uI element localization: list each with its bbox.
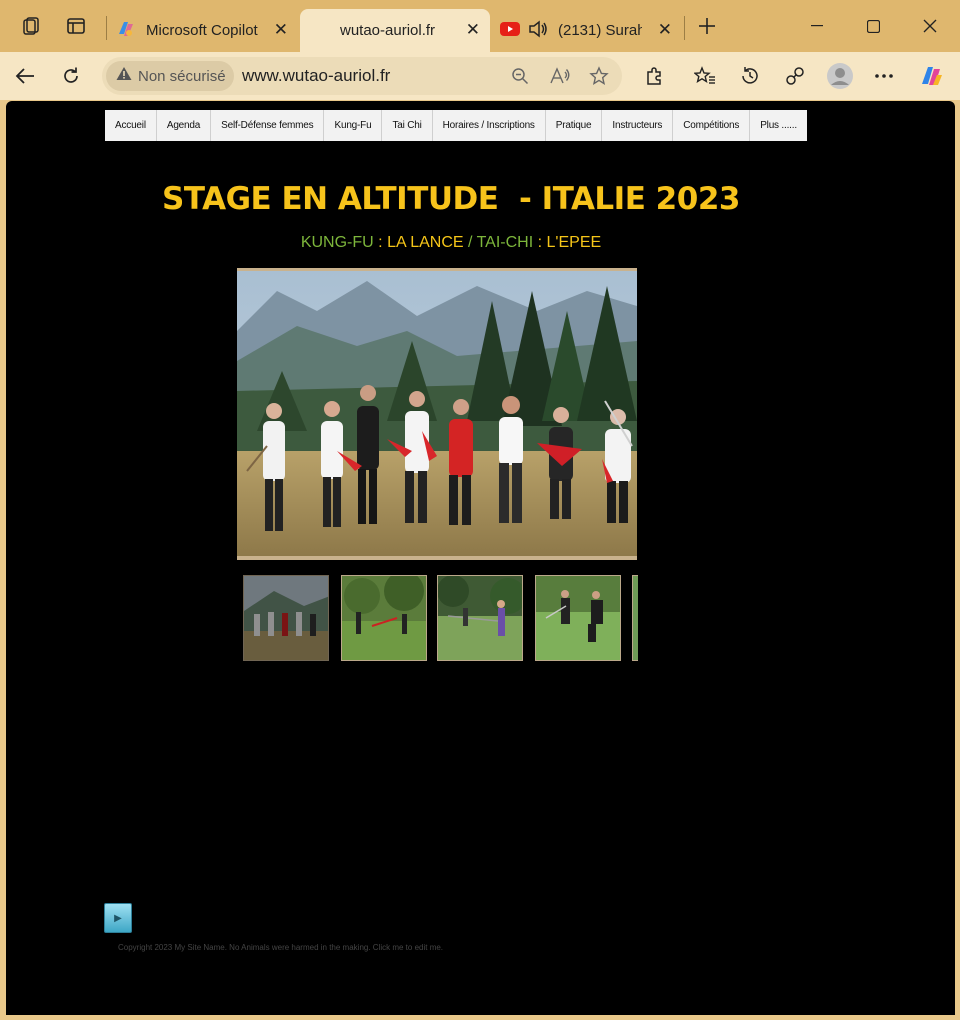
new-tab-icon[interactable] xyxy=(693,12,721,40)
extensions-icon[interactable] xyxy=(640,62,668,90)
menu-item-kung-fu[interactable]: Kung-Fu xyxy=(324,110,383,141)
close-tab-icon[interactable]: ✕ xyxy=(274,20,288,40)
thumbnail-2[interactable] xyxy=(341,575,427,661)
warning-icon xyxy=(116,66,132,86)
menu-item-horaires[interactable]: Horaires / Inscriptions xyxy=(433,110,546,141)
address-bar[interactable]: Non sécurisé www.wutao-auriol.fr xyxy=(102,57,622,95)
url-text[interactable]: www.wutao-auriol.fr xyxy=(242,66,390,86)
back-icon[interactable] xyxy=(9,60,41,92)
play-icon: ▶ xyxy=(114,912,122,924)
security-indicator[interactable]: Non sécurisé xyxy=(106,61,234,91)
copilot-icon[interactable] xyxy=(917,62,945,90)
subtitle-tai-chi: TAI-CHI xyxy=(476,234,534,251)
page-headline: STAGE EN ALTITUDE - ITALIE 2023 xyxy=(162,181,740,217)
workspaces-icon[interactable] xyxy=(17,12,45,40)
read-aloud-icon[interactable] xyxy=(548,64,572,88)
play-button[interactable]: ▶ xyxy=(104,903,132,933)
menu-item-tai-chi[interactable]: Tai Chi xyxy=(382,110,433,141)
tab-wutao[interactable]: wutao-auriol.fr ✕ xyxy=(300,9,490,52)
main-photo[interactable] xyxy=(237,268,637,560)
menu-item-instructeurs[interactable]: Instructeurs xyxy=(602,110,674,141)
page-viewport: Accueil Agenda Self-Défense femmes Kung-… xyxy=(6,101,955,1015)
tab-youtube[interactable]: (2131) Surah ✕ xyxy=(492,9,682,52)
subtitle-epee: L'EPEE xyxy=(546,234,602,251)
thumbnail-strip xyxy=(243,575,638,661)
tab-actions-icon[interactable] xyxy=(62,12,90,40)
tab-copilot[interactable]: Microsoft Copilot ✕ xyxy=(108,9,298,52)
zoom-icon[interactable] xyxy=(508,64,532,88)
thumbnail-4[interactable] xyxy=(535,575,621,661)
tab-bar: Microsoft Copilot ✕ wutao-auriol.fr ✕ (2… xyxy=(0,0,960,52)
thumbnail-1[interactable] xyxy=(243,575,329,661)
subtitle-separator: : xyxy=(373,234,388,251)
performance-icon[interactable] xyxy=(781,62,809,90)
maximize-icon[interactable] xyxy=(853,8,893,44)
menu-item-competitions[interactable]: Compétitions xyxy=(673,110,751,141)
subtitle-separator: : xyxy=(533,234,547,251)
site-menu: Accueil Agenda Self-Défense femmes Kung-… xyxy=(105,110,807,141)
thumbnail-5[interactable] xyxy=(632,575,638,661)
close-tab-icon[interactable]: ✕ xyxy=(658,20,672,40)
copilot-tab-icon xyxy=(116,19,136,43)
thumbnail-3[interactable] xyxy=(437,575,523,661)
history-icon[interactable] xyxy=(736,62,764,90)
tab-title: (2131) Surah xyxy=(558,22,642,39)
menu-item-plus[interactable]: Plus ...... xyxy=(750,110,807,141)
subtitle-separator: / xyxy=(463,234,477,251)
copyright-text[interactable]: Copyright 2023 My Site Name. No Animals … xyxy=(118,943,443,952)
menu-item-agenda[interactable]: Agenda xyxy=(157,110,212,141)
youtube-icon xyxy=(500,21,520,40)
tab-separator xyxy=(684,16,685,40)
refresh-icon[interactable] xyxy=(55,60,87,92)
favorite-star-icon[interactable] xyxy=(587,64,611,88)
tab-title: wutao-auriol.fr xyxy=(340,22,436,39)
menu-item-pratique[interactable]: Pratique xyxy=(546,110,603,141)
speaker-icon[interactable] xyxy=(528,19,548,42)
menu-item-accueil[interactable]: Accueil xyxy=(105,110,157,141)
page-subtitle: KUNG-FU : LA LANCE / TAI-CHI : L'EPEE xyxy=(6,234,896,252)
main-photo-image xyxy=(237,271,637,556)
profile-icon[interactable] xyxy=(826,62,854,90)
subtitle-kung-fu: KUNG-FU xyxy=(300,234,374,251)
favorites-icon[interactable] xyxy=(691,62,719,90)
menu-item-self-defense[interactable]: Self-Défense femmes xyxy=(211,110,325,141)
tab-separator xyxy=(106,16,107,40)
more-icon[interactable] xyxy=(870,62,898,90)
browser-toolbar: Non sécurisé www.wutao-auriol.fr xyxy=(0,52,960,100)
close-window-icon[interactable] xyxy=(910,8,950,44)
minimize-icon[interactable] xyxy=(797,8,837,44)
subtitle-la-lance: LA LANCE xyxy=(387,234,464,251)
security-label: Non sécurisé xyxy=(138,67,226,85)
close-tab-icon[interactable]: ✕ xyxy=(466,20,480,40)
tab-title: Microsoft Copilot xyxy=(146,22,258,39)
